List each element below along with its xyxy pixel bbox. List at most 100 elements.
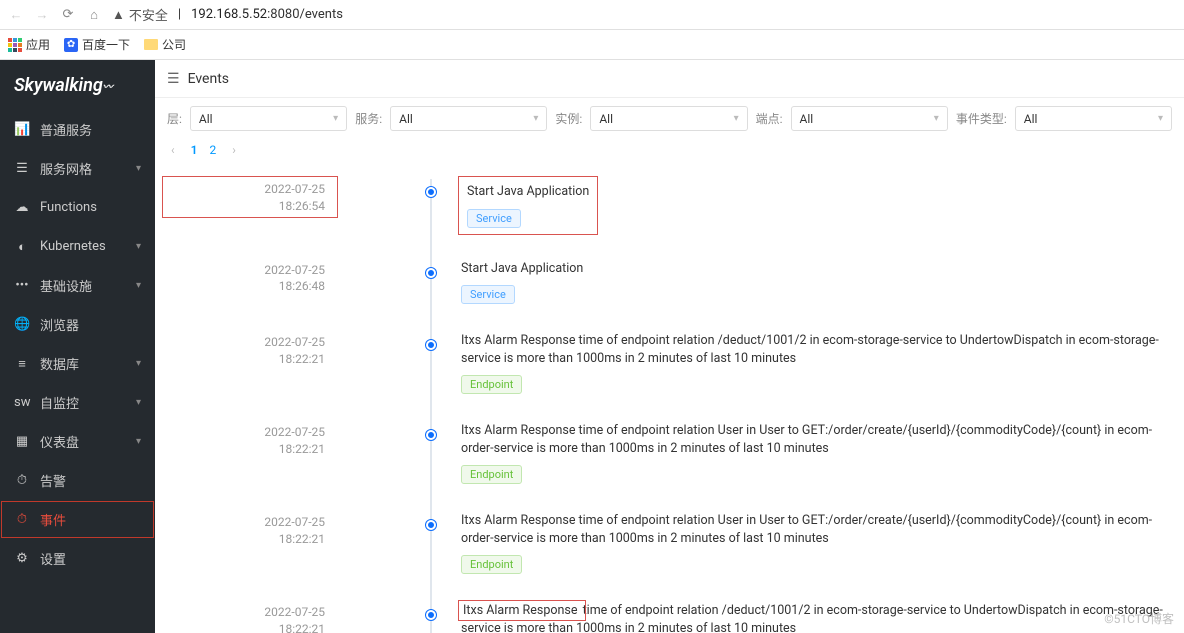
bookmark-company[interactable]: 公司 [144, 36, 186, 53]
sidebar-item-8[interactable]: ▦仪表盘▾ [0, 422, 155, 461]
filter-select-service[interactable]: All▾ [390, 106, 547, 131]
folder-icon [144, 39, 158, 50]
nav-label: 数据库 [40, 354, 126, 373]
url-separator: | [178, 7, 181, 22]
timeline-dot-icon [426, 187, 436, 197]
event-item[interactable]: 2022-07-2518:22:21 Itxs Alarm Response t… [355, 422, 1164, 484]
apps-icon [8, 38, 22, 52]
nav-icon: sw [14, 395, 30, 410]
nav-icon: ◐ [14, 239, 30, 255]
nav-icon: ☰ [14, 161, 30, 176]
sidebar-item-2[interactable]: ☁Functions [0, 188, 155, 227]
event-timestamp: 2022-07-2518:26:48 [165, 260, 335, 296]
event-title: Itxs Alarm Response time of endpoint rel… [461, 422, 1164, 457]
event-body: Itxs Alarm Response time of endpoint rel… [461, 512, 1164, 574]
sidebar-item-4[interactable]: •••基础设施▾ [0, 266, 155, 305]
chevron-down-icon: ▾ [333, 113, 338, 124]
event-tag: Endpoint [461, 465, 522, 484]
address-bar[interactable]: 192.168.5.52:8080/events [191, 7, 343, 22]
chevron-down-icon: ▾ [934, 113, 939, 124]
filter-select-instance[interactable]: All▾ [590, 106, 747, 131]
nav-label: 设置 [40, 549, 141, 568]
menu-icon[interactable]: ☰ [167, 71, 180, 87]
event-body: Itxs Alarm Response time of endpoint rel… [461, 602, 1164, 633]
forward-icon[interactable]: → [34, 7, 50, 23]
filter-select-layer[interactable]: All▾ [190, 106, 347, 131]
nav-label: 仪表盘 [40, 432, 126, 451]
nav-label: 事件 [40, 510, 141, 529]
bookmark-label: 百度一下 [82, 36, 130, 53]
chevron-down-icon: ▾ [136, 241, 141, 252]
sidebar-item-6[interactable]: ≡数据库▾ [0, 344, 155, 383]
bookmark-label: 应用 [26, 36, 50, 53]
nav-icon: ⚙ [14, 551, 30, 566]
bookmark-label: 公司 [162, 36, 186, 53]
bookmark-apps[interactable]: 应用 [8, 36, 50, 53]
timeline-dot-icon [426, 430, 436, 440]
event-body: Itxs Alarm Response time of endpoint rel… [461, 422, 1164, 484]
event-title: Itxs Alarm Response time of endpoint rel… [461, 602, 1164, 633]
nav-icon: ⏱ [14, 473, 30, 488]
sidebar: Skywalking〰 📊普通服务 ☰ 服务网格 ▾ ☁Functions ◐ Kubern… [0, 60, 155, 633]
nav-label: 告警 [40, 471, 141, 490]
nav-icon: 🌐 [14, 317, 30, 332]
page-number[interactable]: 1 [185, 141, 204, 159]
reload-icon[interactable]: ⟳ [60, 7, 76, 22]
sidebar-item-5[interactable]: 🌐浏览器 [0, 305, 155, 344]
filter-label-instance: 实例: [555, 110, 582, 127]
filter-label-service: 服务: [355, 110, 382, 127]
event-item[interactable]: 2022-07-2518:22:21 Itxs Alarm Response t… [355, 332, 1164, 394]
baidu-icon: ✿ [64, 38, 78, 52]
sidebar-item-0[interactable]: 📊普通服务 [0, 110, 155, 149]
event-title: Start Java Application [461, 260, 1164, 278]
filter-bar: 层: All▾ 服务: All▾ 实例: All▾ 端点: All▾ 事件类型:… [155, 98, 1184, 139]
nav-label: Kubernetes [40, 239, 126, 254]
page-prev-icon[interactable]: ‹ [167, 141, 179, 159]
event-body: Start Java Application Service [461, 179, 595, 232]
event-item[interactable]: 2022-07-2518:26:48 Start Java Applicatio… [355, 260, 1164, 305]
filter-select-endpoint[interactable]: All▾ [791, 106, 948, 131]
timeline-dot-icon [426, 340, 436, 350]
page-header: ☰ Events [155, 60, 1184, 98]
event-timestamp: 2022-07-2518:26:54 [165, 179, 335, 215]
back-icon[interactable]: ← [8, 7, 24, 23]
security-text: 不安全 [129, 5, 168, 24]
nav-icon: ≡ [14, 356, 30, 372]
sidebar-item-3[interactable]: ◐ Kubernetes ▾ [0, 227, 155, 266]
sidebar-item-11[interactable]: ⚙ 设置 [0, 539, 155, 578]
url-path: :8080/events [267, 7, 343, 22]
event-tag: Service [467, 209, 521, 228]
nav-label: 自监控 [40, 393, 126, 412]
logo: Skywalking〰 [0, 60, 155, 110]
sidebar-item-7[interactable]: sw自监控▾ [0, 383, 155, 422]
browser-toolbar: ← → ⟳ ⌂ ▲ 不安全 | 192.168.5.52:8080/events [0, 0, 1184, 30]
url-host: 192.168.5.52 [191, 7, 267, 22]
home-icon[interactable]: ⌂ [86, 7, 102, 23]
chevron-down-icon: ▾ [136, 280, 141, 291]
sidebar-item-10[interactable]: ⏱ 事件 [0, 500, 155, 539]
sidebar-item-9[interactable]: ⏱ 告警 [0, 461, 155, 500]
chevron-down-icon: ▾ [734, 113, 739, 124]
event-timestamp: 2022-07-2518:22:21 [165, 332, 335, 368]
event-timeline: 2022-07-2518:26:54 Start Java Applicatio… [155, 169, 1184, 633]
nav-icon: ⏱ [14, 512, 30, 527]
timeline-dot-icon [426, 268, 436, 278]
timeline-dot-icon [426, 610, 436, 620]
page-number[interactable]: 2 [203, 141, 222, 159]
bookmark-baidu[interactable]: ✿ 百度一下 [64, 36, 130, 53]
event-item[interactable]: 2022-07-2518:22:21 Itxs Alarm Response t… [355, 602, 1164, 633]
nav-label: 服务网格 [40, 159, 126, 178]
chevron-down-icon: ▾ [1158, 113, 1163, 124]
page-title: Events [188, 71, 229, 87]
sidebar-item-1[interactable]: ☰服务网格▾ [0, 149, 155, 188]
nav-label: 基础设施 [40, 276, 126, 295]
page-next-icon[interactable]: › [228, 141, 240, 159]
nav-label: Functions [40, 200, 141, 215]
security-indicator[interactable]: ▲ 不安全 [112, 5, 168, 24]
event-item[interactable]: 2022-07-2518:26:54 Start Java Applicatio… [355, 179, 1164, 232]
event-item[interactable]: 2022-07-2518:22:21 Itxs Alarm Response t… [355, 512, 1164, 574]
main-content: ☰ Events 层: All▾ 服务: All▾ 实例: All▾ 端点: A… [155, 60, 1184, 633]
event-body: Start Java Application Service [461, 260, 1164, 305]
filter-select-type[interactable]: All▾ [1015, 106, 1172, 131]
event-tag: Endpoint [461, 375, 522, 394]
